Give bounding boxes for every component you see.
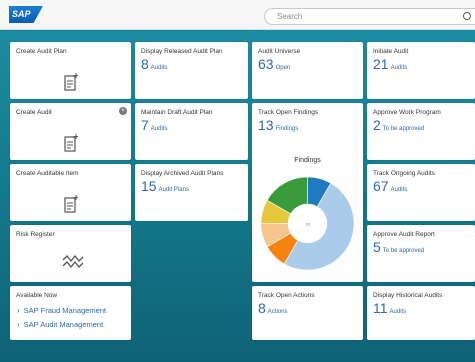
kpi-number: 5 xyxy=(373,239,381,255)
kpi-value: 13 Findings xyxy=(258,117,298,135)
tile-available-now: Available Now › SAP Fraud Management › SAP… xyxy=(10,286,131,340)
tile-maintain-draft-audit-plan[interactable]: Maintain Draft Audit Plan 7 Audits xyxy=(135,103,248,160)
link-sap-fraud-management[interactable]: › SAP Fraud Management xyxy=(17,306,106,315)
kpi-value: 8 Actions xyxy=(258,300,287,318)
kpi-value: 8 Audits xyxy=(141,56,167,74)
sap-logo[interactable]: SAP xyxy=(9,6,43,23)
kpi-value: 5 To be approved xyxy=(373,239,424,257)
tile-risk-register[interactable]: Risk Register xyxy=(10,225,131,282)
tile-track-ongoing-audits[interactable]: Track Ongoing Audits 67 Audits xyxy=(367,164,475,221)
tile-title: Audit Universe xyxy=(258,48,301,55)
search-input[interactable]: Search xyxy=(264,8,475,25)
kpi-number: 8 xyxy=(141,56,149,72)
findings-donut-chart[interactable]: 13 xyxy=(259,175,356,272)
kpi-number: 11 xyxy=(373,300,388,316)
tile-title: Display Archived Audit Plans xyxy=(141,170,224,177)
kpi-number: 13 xyxy=(258,117,274,133)
kpi-value: 11 Audits xyxy=(373,300,406,318)
kpi-unit: Actions xyxy=(267,309,288,315)
kpi-value: 7 Audits xyxy=(141,117,167,135)
chevron-right-icon: › xyxy=(17,306,20,315)
document-add-icon xyxy=(63,73,78,91)
tile-title: Approve Work Program xyxy=(373,109,441,116)
search-icon[interactable] xyxy=(463,12,471,20)
tile-track-open-actions[interactable]: Track Open Actions 8 Actions xyxy=(252,286,363,340)
tile-display-historical-audits[interactable]: Display Historical Audits 11 Audits xyxy=(367,286,475,340)
kpi-number: 7 xyxy=(141,117,149,133)
tile-title: Create Auditable Item xyxy=(16,170,79,177)
kpi-value: 15 Audit Plans xyxy=(141,178,189,196)
tile-display-released-audit-plan[interactable]: Display Released Audit Plan 8 Audits xyxy=(135,42,248,99)
kpi-unit: Open xyxy=(275,65,291,71)
kpi-unit: Audits xyxy=(150,65,168,71)
kpi-unit: Audits xyxy=(389,309,407,315)
kpi-number: 21 xyxy=(373,56,389,72)
kpi-number: 8 xyxy=(258,300,266,316)
shell-bar: SAP Search xyxy=(0,0,475,30)
tile-title: Display Historical Audits xyxy=(373,292,443,299)
kpi-number: 15 xyxy=(141,178,157,194)
kpi-unit: To be approved xyxy=(382,126,425,132)
kpi-value: 2 To be approved xyxy=(373,117,424,135)
kpi-number: 2 xyxy=(373,117,381,133)
tile-create-audit[interactable]: Create Audit × xyxy=(10,103,131,160)
kpi-number: 63 xyxy=(258,56,274,72)
tile-title: Maintain Draft Audit Plan xyxy=(141,109,213,116)
tile-track-open-findings[interactable]: Track Open Findings 13 Findings Findings … xyxy=(252,103,363,282)
tile-title: Create Audit Plan xyxy=(16,48,67,55)
document-add-icon xyxy=(63,195,78,213)
chevron-right-icon: › xyxy=(17,320,20,329)
tile-create-audit-plan[interactable]: Create Audit Plan xyxy=(10,42,131,99)
kpi-unit: To be approved xyxy=(382,248,425,254)
link-label: SAP Audit Management xyxy=(23,320,104,329)
tile-approve-work-program[interactable]: Approve Work Program 2 To be approved xyxy=(367,103,475,160)
chart-title: Findings xyxy=(294,157,321,164)
kpi-unit: Audits xyxy=(390,187,408,193)
search-placeholder: Search xyxy=(277,12,303,21)
document-add-icon xyxy=(63,134,78,152)
kpi-value: 67 Audits xyxy=(373,178,407,196)
donut-center-label: 13 xyxy=(305,221,309,226)
kpi-value: 21 Audits xyxy=(373,56,407,74)
link-label: SAP Fraud Management xyxy=(23,306,107,315)
tile-title: Initiate Audit xyxy=(373,48,409,55)
kpi-value: 63 Open xyxy=(258,56,290,74)
tile-title: Approve Audit Report xyxy=(373,231,435,238)
kpi-number: 67 xyxy=(373,178,389,194)
kpi-unit: Findings xyxy=(275,126,299,132)
link-sap-audit-management[interactable]: › SAP Audit Management xyxy=(17,320,103,329)
tile-title: Display Released Audit Plan xyxy=(141,48,223,55)
tile-display-archived-audit-plans[interactable]: Display Archived Audit Plans 15 Audit Pla… xyxy=(135,164,248,221)
tile-title: Track Open Actions xyxy=(258,292,315,299)
trend-chart-icon xyxy=(62,254,84,269)
tile-audit-universe[interactable]: Audit Universe 63 Open xyxy=(252,42,363,99)
close-icon[interactable]: × xyxy=(119,107,127,115)
kpi-unit: Audit Plans xyxy=(158,187,189,193)
tile-initiate-audit[interactable]: Initiate Audit 21 Audits xyxy=(367,42,475,99)
tile-title: Risk Register xyxy=(16,231,55,238)
tile-title: Available Now xyxy=(16,292,58,299)
tile-title: Create Audit xyxy=(16,109,52,116)
kpi-unit: Audits xyxy=(390,65,408,71)
tile-title: Track Ongoing Audits xyxy=(373,170,435,177)
tile-title: Track Open Findings xyxy=(258,109,319,116)
tile-approve-audit-report[interactable]: Approve Audit Report 5 To be approved xyxy=(367,225,475,282)
kpi-unit: Audits xyxy=(150,126,168,132)
tile-create-auditable-item[interactable]: Create Auditable Item xyxy=(10,164,131,221)
